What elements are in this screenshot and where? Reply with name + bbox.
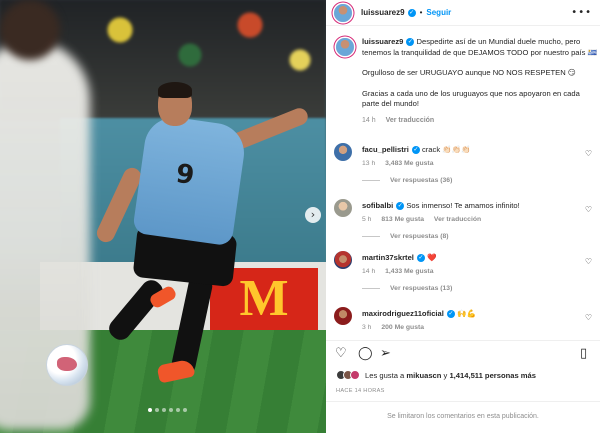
- carousel-dot: [162, 408, 166, 412]
- comment-time: 3 h: [362, 324, 372, 331]
- comments-scroll-area[interactable]: luissuarez9 ✓ Despedirte así de un Mundia…: [326, 27, 600, 339]
- striker-hair: [158, 82, 192, 98]
- comment-likes[interactable]: 3,483 Me gusta: [385, 160, 433, 167]
- carousel-dot: [155, 408, 159, 412]
- post-side-panel: luissuarez9 ✓ • Seguir ••• luissuarez9 ✓ …: [326, 0, 600, 433]
- comment-text: ❤️: [424, 253, 437, 262]
- likes-prefix: Les gusta a: [365, 370, 407, 380]
- comment-likes[interactable]: 813 Me gusta: [381, 216, 424, 223]
- comment-meta: 3 h 200 Me gusta: [362, 323, 582, 333]
- caption-time: 14 h: [362, 116, 376, 124]
- comment-text: Sos inmenso! Te amamos infinito!: [404, 201, 520, 210]
- liker-username[interactable]: mikuascn: [406, 371, 441, 380]
- translate-link[interactable]: Ver traducción: [386, 117, 435, 124]
- comment-time: 13 h: [362, 160, 376, 167]
- post-header: luissuarez9 ✓ • Seguir •••: [326, 0, 600, 26]
- comment-meta: 14 h 1,433 Me gusta: [362, 267, 582, 277]
- comment-body: sofibalbi ✓ Sos inmenso! Te amamos infini…: [362, 201, 582, 225]
- comment-item: facu_pellistri ✓ crack 👏🏻👏🏻👏🏻 13 h 3,483 …: [334, 143, 596, 201]
- likes-summary: Les gusta a mikuascn y 1,414,511 persona…: [336, 370, 536, 380]
- comment-text: crack 👏🏻👏🏻👏🏻: [419, 145, 471, 154]
- heart-icon[interactable]: ♡: [585, 205, 592, 214]
- comment-item: martin37skrtel ✓ ❤️ 14 h 1,433 Me gusta ♡…: [334, 251, 596, 309]
- liker-avatar[interactable]: [350, 370, 360, 380]
- commenter-username[interactable]: maxirodriguez11oficial: [362, 309, 444, 318]
- commenter-avatar[interactable]: [334, 143, 352, 161]
- verified-icon: ✓: [407, 8, 416, 17]
- comment-time: 14 h: [362, 268, 376, 275]
- commenter-username[interactable]: sofibalbi: [362, 201, 393, 210]
- action-bar: ♡ ◯ ➢ ▯ Les gusta a mikuascn y 1,414,511…: [326, 340, 600, 400]
- likes-text: Les gusta a mikuascn y 1,414,511 persona…: [365, 371, 536, 380]
- football: [46, 344, 88, 386]
- translate-link[interactable]: Ver traducción: [434, 216, 481, 223]
- comment-body: martin37skrtel ✓ ❤️ 14 h 1,433 Me gusta: [362, 253, 582, 277]
- verified-icon: ✓: [411, 146, 420, 154]
- carousel-dot-active: [148, 408, 152, 412]
- verified-icon: ✓: [416, 254, 425, 262]
- blurred-player-head: [0, 0, 60, 60]
- caption-username[interactable]: luissuarez9: [362, 37, 403, 46]
- caption: luissuarez9 ✓ Despedirte así de un Mundia…: [334, 37, 598, 147]
- comment-meta: 13 h 3,483 Me gusta: [362, 159, 582, 169]
- view-replies-button[interactable]: Ver respuestas (36): [362, 177, 452, 184]
- caption-line-2: Orgulloso de ser URUGUAYO aunque NO NOS …: [362, 68, 576, 77]
- separator-dot: •: [419, 8, 423, 17]
- caption-avatar[interactable]: [336, 38, 354, 56]
- carousel-dot: [183, 408, 187, 412]
- bookmark-icon[interactable]: ▯: [580, 347, 587, 361]
- caption-meta: 14 h Ver traducción: [362, 116, 598, 127]
- verified-icon: ✓: [446, 310, 455, 318]
- comment-body: maxirodriguez11oficial ✓ 🙌💪 3 h 200 Me gu…: [362, 309, 582, 333]
- striker-leg-left: [105, 276, 167, 344]
- commenter-username[interactable]: martin37skrtel: [362, 253, 414, 262]
- comment-icon[interactable]: ◯: [358, 347, 373, 361]
- caption-text: luissuarez9 ✓ Despedirte así de un Mundia…: [362, 37, 598, 126]
- heart-icon[interactable]: ♡: [335, 347, 347, 361]
- comment-likes[interactable]: 1,433 Me gusta: [385, 268, 433, 275]
- comment-item: sofibalbi ✓ Sos inmenso! Te amamos infini…: [334, 199, 596, 257]
- commenter-username[interactable]: facu_pellistri: [362, 145, 409, 154]
- comment-body: facu_pellistri ✓ crack 👏🏻👏🏻👏🏻 13 h 3,483 …: [362, 145, 582, 169]
- post-image[interactable]: M 9 ›: [0, 0, 326, 433]
- comment-time: 5 h: [362, 216, 372, 223]
- commenter-avatar[interactable]: [334, 251, 352, 269]
- caption-line-3: Gracias a cada uno de los uruguayos que …: [362, 88, 580, 109]
- commenter-avatar[interactable]: [334, 199, 352, 217]
- view-replies-button[interactable]: Ver respuestas (13): [362, 285, 452, 292]
- view-replies-button[interactable]: Ver respuestas (8): [362, 233, 449, 240]
- likes-count[interactable]: 1,414,511 personas más: [449, 371, 536, 380]
- heart-icon[interactable]: ♡: [585, 149, 592, 158]
- author-avatar[interactable]: [334, 3, 352, 22]
- carousel-dots: [148, 408, 187, 412]
- comment-text: 🙌💪: [454, 309, 476, 318]
- comment-likes[interactable]: 200 Me gusta: [381, 324, 424, 331]
- commenter-avatar[interactable]: [334, 307, 352, 325]
- author-username[interactable]: luissuarez9: [361, 8, 405, 17]
- striker-figure: 9: [80, 80, 311, 400]
- follow-button[interactable]: Seguir: [426, 8, 451, 17]
- comments-limited-notice: Se limitaron los comentarios en esta pub…: [326, 401, 600, 433]
- comment-item: maxirodriguez11oficial ✓ 🙌💪 3 h 200 Me gu…: [334, 307, 596, 339]
- heart-icon[interactable]: ♡: [585, 313, 592, 322]
- chevron-right-icon[interactable]: ›: [305, 207, 321, 223]
- comment-meta: 5 h 813 Me gusta Ver traducción: [362, 215, 582, 225]
- carousel-dot: [176, 408, 180, 412]
- more-icon[interactable]: •••: [571, 7, 592, 18]
- striker-boot-right: [156, 358, 196, 384]
- share-icon[interactable]: ➢: [380, 347, 391, 361]
- heart-icon[interactable]: ♡: [585, 257, 592, 266]
- carousel-dot: [169, 408, 173, 412]
- post-time-ago[interactable]: HACE 14 HORAS: [336, 388, 385, 394]
